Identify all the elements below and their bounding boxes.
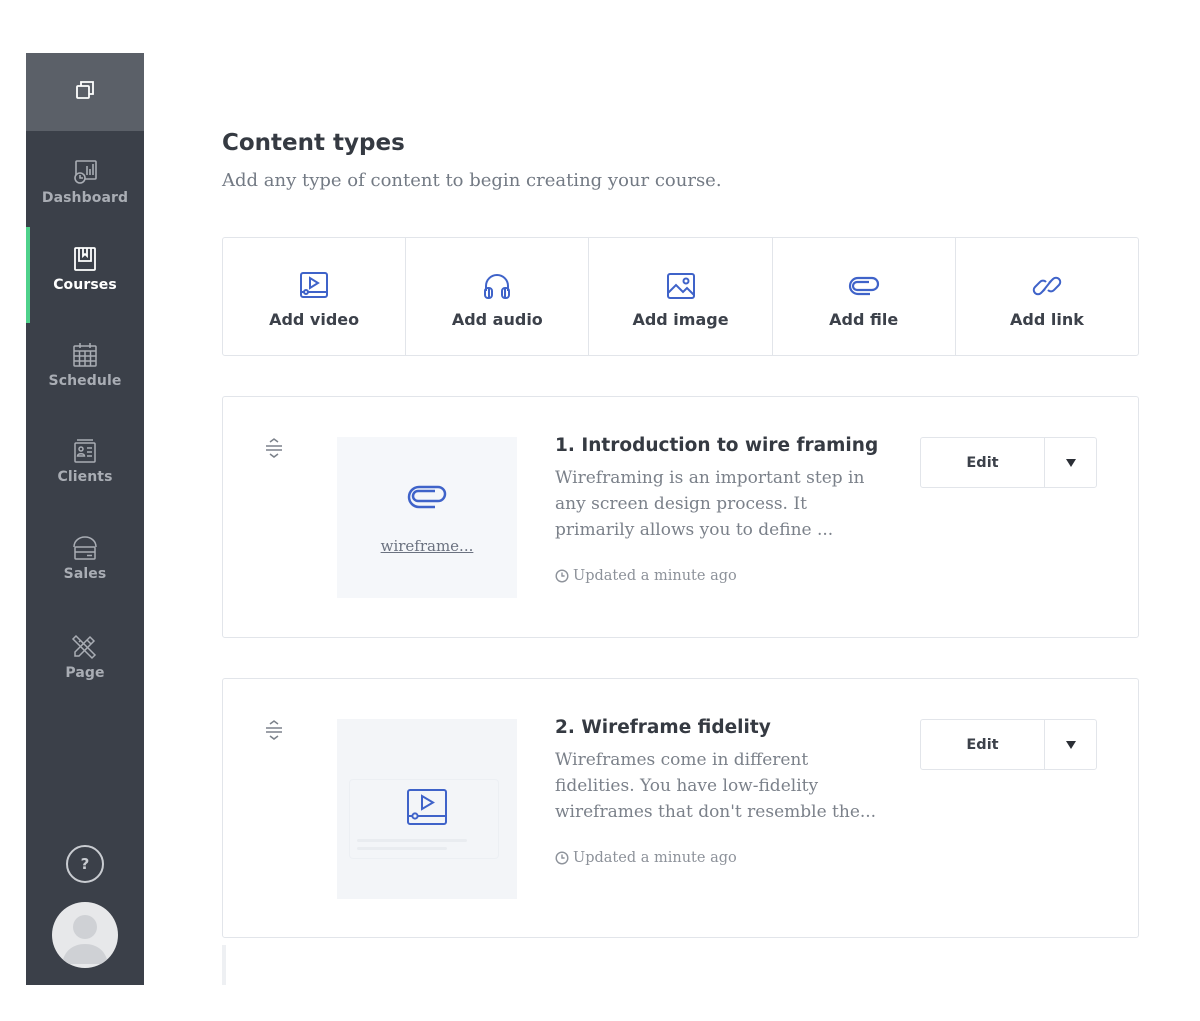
sidebar-item-dashboard[interactable]: Dashboard bbox=[26, 140, 144, 236]
dashboard-icon bbox=[71, 158, 99, 186]
sidebar-item-label: Dashboard bbox=[41, 190, 129, 206]
caret-down-icon bbox=[1065, 740, 1076, 749]
sidebar-item-label: Sales bbox=[63, 566, 107, 582]
image-icon bbox=[665, 271, 697, 306]
help-button[interactable]: ? bbox=[66, 845, 104, 883]
content-type-picker: Add video Add audio Add image Add file A… bbox=[222, 237, 1139, 356]
lesson-updated: Updated a minute ago bbox=[555, 850, 737, 866]
add-file-button[interactable]: Add file bbox=[773, 238, 956, 355]
type-label: Add audio bbox=[451, 309, 543, 329]
sidebar-item-label: Clients bbox=[57, 469, 113, 485]
drag-handle-icon[interactable] bbox=[263, 719, 285, 746]
courses-icon bbox=[71, 245, 99, 273]
lesson-description: Wireframes come in different fidelities.… bbox=[555, 750, 877, 822]
add-video-button[interactable]: Add video bbox=[223, 238, 407, 355]
more-actions-button[interactable] bbox=[1045, 720, 1096, 769]
paperclip-icon bbox=[847, 271, 881, 306]
add-audio-button[interactable]: Add audio bbox=[406, 238, 590, 355]
sidebar-item-label: Page bbox=[65, 665, 105, 681]
sidebar-item-clients[interactable]: Clients bbox=[26, 419, 144, 515]
sidebar-item-schedule[interactable]: Schedule bbox=[26, 323, 144, 419]
video-icon bbox=[298, 271, 330, 306]
edit-button[interactable]: Edit bbox=[921, 438, 1045, 487]
page-subtitle: Add any type of content to begin creatin… bbox=[222, 170, 722, 191]
edit-button[interactable]: Edit bbox=[921, 720, 1045, 769]
copy-icon bbox=[74, 79, 96, 106]
calendar-icon bbox=[71, 341, 99, 369]
add-image-button[interactable]: Add image bbox=[589, 238, 773, 355]
help-icon: ? bbox=[80, 855, 90, 873]
caret-down-icon bbox=[1065, 458, 1076, 467]
next-card-edge bbox=[222, 945, 226, 985]
page-title: Content types bbox=[222, 130, 405, 156]
headphones-icon bbox=[481, 271, 513, 306]
link-icon bbox=[1031, 271, 1063, 306]
clients-icon bbox=[71, 437, 99, 465]
type-label: Add video bbox=[269, 309, 360, 329]
video-thumbnail[interactable] bbox=[337, 719, 517, 899]
drag-handle-icon[interactable] bbox=[263, 437, 285, 464]
attachment-filename-link[interactable]: wireframe... bbox=[381, 537, 474, 555]
add-link-button[interactable]: Add link bbox=[956, 238, 1138, 355]
lesson-actions: Edit bbox=[920, 719, 1097, 770]
more-actions-button[interactable] bbox=[1045, 438, 1096, 487]
thumbnail-preview-line bbox=[357, 839, 467, 842]
paperclip-icon bbox=[405, 480, 449, 515]
video-icon bbox=[406, 788, 448, 831]
sidebar: Dashboard Courses Schedule Clients Sales… bbox=[26, 53, 144, 985]
page-icon bbox=[70, 631, 100, 661]
sidebar-item-page[interactable]: Page bbox=[26, 613, 144, 709]
type-label: Add image bbox=[632, 309, 729, 329]
lesson-card: 2. Wireframe fidelity Wireframes come in… bbox=[222, 678, 1139, 938]
lesson-card: wireframe... 1. Introduction to wire fra… bbox=[222, 396, 1139, 638]
user-icon bbox=[62, 915, 108, 964]
lesson-updated: Updated a minute ago bbox=[555, 568, 737, 584]
sidebar-item-courses[interactable]: Courses bbox=[26, 227, 144, 323]
attachment-thumbnail[interactable]: wireframe... bbox=[337, 437, 517, 598]
updated-text: Updated a minute ago bbox=[573, 568, 737, 584]
type-label: Add link bbox=[1009, 309, 1084, 329]
clock-icon bbox=[555, 851, 569, 865]
lesson-title: 1. Introduction to wire framing bbox=[555, 435, 879, 456]
sidebar-item-sales[interactable]: Sales bbox=[26, 516, 144, 612]
sales-icon bbox=[70, 534, 100, 562]
clock-icon bbox=[555, 569, 569, 583]
thumbnail-preview-line bbox=[357, 847, 447, 850]
sidebar-toggle-button[interactable] bbox=[26, 53, 144, 131]
updated-text: Updated a minute ago bbox=[573, 850, 737, 866]
avatar[interactable] bbox=[52, 902, 118, 968]
sidebar-item-label: Courses bbox=[53, 277, 117, 293]
sidebar-item-label: Schedule bbox=[48, 373, 122, 389]
type-label: Add file bbox=[829, 309, 899, 329]
lesson-title: 2. Wireframe fidelity bbox=[555, 717, 771, 738]
lesson-description: Wireframing is an important step in any … bbox=[555, 468, 865, 540]
lesson-actions: Edit bbox=[920, 437, 1097, 488]
